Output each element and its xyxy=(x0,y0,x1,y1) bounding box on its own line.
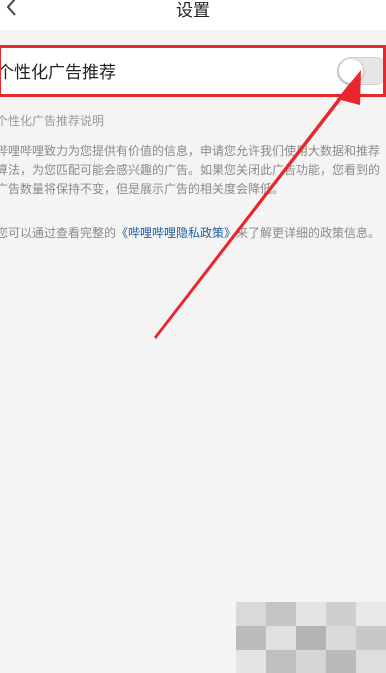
page-title: 设置 xyxy=(176,1,210,21)
privacy-text-prefix: 您可以通过查看完整的 xyxy=(0,226,117,240)
section-title: 个性化广告推荐说明 xyxy=(0,114,105,128)
privacy-policy-link[interactable]: 《哔哩哔哩隐私政策》 xyxy=(116,226,236,240)
personalized-ad-row[interactable]: 个性化广告推荐 xyxy=(0,45,386,97)
setting-label: 个性化广告推荐 xyxy=(0,63,116,83)
toggle-knob xyxy=(339,59,363,83)
privacy-paragraph: 您可以通过查看完整的《哔哩哔哩隐私政策》来了解更详细的政策信息。 xyxy=(0,224,386,243)
description-paragraph: 哔哩哔哩致力为您提供有价值的信息，申请您允许我们使用大数据和推荐算法，为您匹配可… xyxy=(0,144,381,196)
privacy-text-suffix: 来了解更详细的政策信息。 xyxy=(236,226,381,240)
personalized-ad-toggle[interactable] xyxy=(337,57,386,85)
top-bar: 设置 xyxy=(0,0,386,30)
red-arrow-annotation xyxy=(154,70,361,339)
watermark-mosaic xyxy=(236,602,386,673)
